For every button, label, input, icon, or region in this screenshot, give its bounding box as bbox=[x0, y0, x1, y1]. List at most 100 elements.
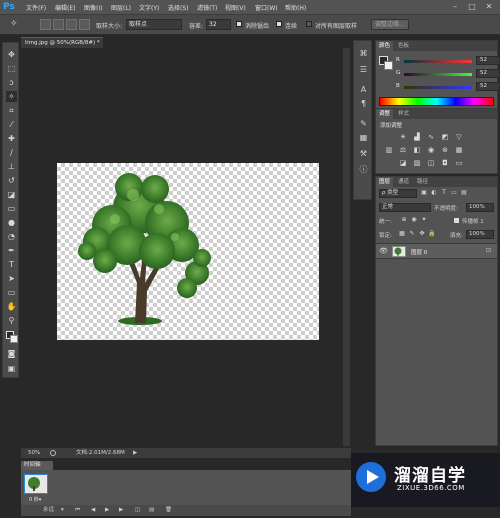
filter-shape-icon[interactable]: ▭ bbox=[450, 189, 458, 197]
menu-file[interactable]: 文件(F) bbox=[26, 3, 46, 12]
layer-name[interactable]: 图层 0 bbox=[411, 248, 427, 256]
exposure-icon[interactable]: ◩ bbox=[440, 133, 450, 142]
tab-channels[interactable]: 通道 bbox=[395, 177, 412, 187]
magic-wand-icon[interactable]: ✧ bbox=[10, 19, 21, 30]
properties-icon[interactable]: ☰ bbox=[359, 65, 368, 74]
tab-layers[interactable]: 图层 bbox=[376, 177, 394, 187]
green-value[interactable]: 52 bbox=[476, 69, 500, 78]
marquee-tool-icon[interactable]: ⬚ bbox=[6, 63, 17, 74]
tool-presets-icon[interactable]: ⚒ bbox=[359, 149, 368, 158]
brightness-icon[interactable]: ☀ bbox=[398, 133, 408, 142]
paragraph-icon[interactable]: ¶ bbox=[359, 99, 368, 108]
type-tool-icon[interactable]: T bbox=[6, 259, 17, 270]
unify-position-icon[interactable]: ⊕ bbox=[400, 216, 408, 224]
menu-view[interactable]: 视图(V) bbox=[225, 3, 246, 12]
image-canvas[interactable] bbox=[57, 163, 319, 340]
frame-delay[interactable]: 0 秒▾ bbox=[29, 496, 41, 503]
history-icon[interactable]: ⌘ bbox=[359, 49, 368, 58]
healing-brush-icon[interactable]: ✚ bbox=[6, 133, 17, 144]
menu-help[interactable]: 帮助(H) bbox=[285, 3, 306, 12]
pen-tool-icon[interactable]: ✒ bbox=[6, 245, 17, 256]
tween-icon[interactable]: ◫ bbox=[135, 505, 140, 516]
zoom-level[interactable]: 50% bbox=[28, 448, 40, 458]
subtract-selection-icon[interactable] bbox=[66, 19, 77, 30]
vibrance-icon[interactable]: ▽ bbox=[454, 133, 464, 142]
tab-swatches[interactable]: 色板 bbox=[395, 41, 412, 51]
opacity-input[interactable]: 100% bbox=[466, 203, 494, 212]
new-selection-icon[interactable] bbox=[40, 19, 51, 30]
blend-mode-select[interactable]: 正常 bbox=[379, 203, 431, 212]
threshold-icon[interactable]: ◫ bbox=[426, 159, 436, 168]
first-frame-icon[interactable]: ⏮ bbox=[75, 505, 80, 516]
loop-select[interactable]: 永远 bbox=[43, 505, 54, 516]
menu-edit[interactable]: 编辑(E) bbox=[55, 3, 75, 12]
filter-smart-icon[interactable]: ▤ bbox=[460, 189, 468, 197]
lock-position-icon[interactable]: ✥ bbox=[418, 230, 426, 238]
unify-visibility-icon[interactable]: ◉ bbox=[410, 216, 418, 224]
zoom-tool-icon[interactable]: ⚲ bbox=[6, 315, 17, 326]
layer-unlock-icon[interactable]: ⊡ bbox=[486, 247, 491, 254]
propagate-checkbox[interactable] bbox=[454, 218, 459, 223]
tab-color[interactable]: 颜色 bbox=[376, 41, 394, 51]
black-white-icon[interactable]: ◧ bbox=[412, 146, 422, 155]
shape-tool-icon[interactable]: ▭ bbox=[6, 287, 17, 298]
filter-type-icon[interactable]: T bbox=[440, 189, 448, 197]
menu-filter[interactable]: 滤镜(T) bbox=[197, 3, 217, 12]
blur-tool-icon[interactable]: ● bbox=[6, 217, 17, 228]
status-arrow-icon[interactable]: ▶ bbox=[133, 448, 137, 458]
menu-layer[interactable]: 图层(L) bbox=[111, 3, 131, 12]
crop-tool-icon[interactable]: ⌗ bbox=[6, 105, 17, 116]
next-frame-icon[interactable]: ▶ bbox=[119, 505, 123, 516]
document-tab[interactable]: timg.jpg @ 50%(RGB/8#) * bbox=[21, 37, 103, 48]
prev-frame-icon[interactable]: ◀ bbox=[91, 505, 95, 516]
info-icon[interactable]: ⓘ bbox=[359, 165, 368, 174]
brush-presets-icon[interactable]: ✎ bbox=[359, 119, 368, 128]
contiguous-checkbox[interactable] bbox=[276, 21, 282, 27]
loop-dropdown-icon[interactable]: ▾ bbox=[61, 505, 64, 516]
lasso-tool-icon[interactable]: ↄ bbox=[6, 77, 17, 88]
channel-mixer-icon[interactable]: ⊛ bbox=[440, 146, 450, 155]
maximize-icon[interactable]: □ bbox=[467, 2, 477, 12]
lock-pixels-icon[interactable]: ✎ bbox=[408, 230, 416, 238]
background-color-swatch[interactable] bbox=[10, 335, 18, 343]
posterize-icon[interactable]: ▨ bbox=[412, 159, 422, 168]
gradient-tool-icon[interactable]: ▭ bbox=[6, 203, 17, 214]
clone-stamp-icon[interactable]: ⊥ bbox=[6, 161, 17, 172]
filter-pixel-icon[interactable]: ▣ bbox=[420, 189, 428, 197]
fill-input[interactable]: 100% bbox=[466, 230, 494, 239]
close-icon[interactable]: ✕ bbox=[484, 2, 494, 12]
layer-row[interactable]: 👁 图层 0 ⊡ bbox=[376, 243, 497, 259]
status-menu-icon[interactable] bbox=[50, 450, 56, 456]
play-icon[interactable]: ▶ bbox=[105, 505, 109, 516]
magic-wand-tool-icon[interactable]: ✧ bbox=[6, 91, 17, 102]
minimize-icon[interactable]: – bbox=[450, 2, 460, 12]
eraser-tool-icon[interactable]: ◪ bbox=[6, 189, 17, 200]
all-layers-checkbox[interactable] bbox=[306, 21, 312, 27]
blue-value[interactable]: 52 bbox=[476, 82, 500, 91]
tab-styles[interactable]: 样式 bbox=[395, 109, 412, 119]
levels-icon[interactable]: ▟ bbox=[412, 133, 422, 142]
quick-mask-icon[interactable]: ◙ bbox=[6, 348, 17, 359]
add-selection-icon[interactable] bbox=[53, 19, 64, 30]
timeline-tab[interactable]: 时间轴 bbox=[21, 461, 53, 470]
unify-style-icon[interactable]: ✦ bbox=[420, 216, 428, 224]
tab-paths[interactable]: 路径 bbox=[414, 177, 431, 187]
curves-icon[interactable]: ∿ bbox=[426, 133, 436, 142]
hand-tool-icon[interactable]: ✋ bbox=[6, 301, 17, 312]
duplicate-frame-icon[interactable]: ▤ bbox=[149, 505, 154, 516]
move-tool-icon[interactable]: ✥ bbox=[6, 49, 17, 60]
intersect-selection-icon[interactable] bbox=[79, 19, 90, 30]
red-value[interactable]: 52 bbox=[476, 56, 500, 65]
path-selection-icon[interactable]: ➤ bbox=[6, 273, 17, 284]
layer-filter-select[interactable]: ρ 类型 bbox=[379, 189, 417, 198]
refine-edge-button[interactable]: 调整边缘... bbox=[371, 19, 409, 30]
brush-tool-icon[interactable]: ∕ bbox=[6, 147, 17, 158]
dodge-tool-icon[interactable]: ◔ bbox=[6, 231, 17, 242]
menu-image[interactable]: 图像(I) bbox=[84, 3, 102, 12]
photo-filter-icon[interactable]: ◉ bbox=[426, 146, 436, 155]
brush-panel-icon[interactable]: ▦ bbox=[359, 133, 368, 142]
tab-adjustments[interactable]: 调整 bbox=[376, 109, 394, 119]
tolerance-input[interactable]: 32 bbox=[206, 19, 231, 30]
color-background-swatch[interactable] bbox=[384, 61, 393, 70]
gradient-map-icon[interactable]: ▭ bbox=[454, 159, 464, 168]
